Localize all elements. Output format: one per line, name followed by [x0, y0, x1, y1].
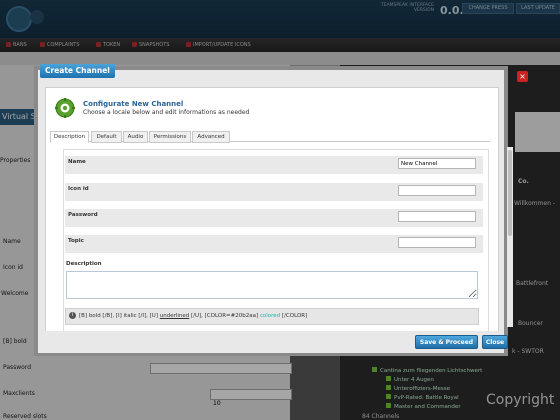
dialog-title: Create Channel — [40, 64, 115, 78]
name-label: Name — [68, 159, 86, 165]
bbcode-text-3: [/COLOR] — [281, 313, 308, 319]
icon-id-label: Icon id — [68, 186, 89, 192]
scrollbar-thumb[interactable] — [508, 150, 512, 236]
topic-label: Topic — [68, 238, 84, 244]
password-input[interactable] — [398, 211, 476, 222]
info-icon: i — [69, 312, 76, 319]
tab-description[interactable]: Description — [50, 131, 89, 143]
gear-icon — [55, 98, 75, 118]
close-button[interactable]: Close — [482, 335, 508, 349]
tab-audio[interactable]: Audio — [123, 131, 148, 143]
description-label: Description — [66, 261, 102, 267]
name-input[interactable] — [398, 158, 476, 169]
tab-permissions[interactable]: Permissions — [149, 131, 191, 143]
save-proceed-button[interactable]: Save & Proceed — [415, 335, 478, 349]
configure-subtitle: Choose a locale below and edit informati… — [83, 109, 250, 116]
configure-title: Configurate New Channel — [83, 100, 184, 108]
bbcode-text-1: [B] bold [/B], [I] italic [/I], [U] — [79, 313, 158, 319]
tab-default[interactable]: Default — [91, 131, 122, 143]
bbcode-colored: colored — [259, 313, 281, 319]
bbcode-help: i [B] bold [/B], [I] italic [/I], [U] und… — [65, 308, 479, 325]
password-label: Password — [68, 212, 98, 218]
tab-advanced[interactable]: Advanced — [192, 131, 230, 143]
bbcode-text-2: [/U], [COLOR=#20b2aa] — [191, 313, 259, 319]
close-icon[interactable]: × — [517, 71, 528, 82]
bbcode-underlined: underlined — [159, 313, 190, 319]
icon-id-input[interactable] — [398, 185, 476, 196]
description-textarea[interactable] — [66, 271, 478, 299]
topic-input[interactable] — [398, 237, 476, 248]
